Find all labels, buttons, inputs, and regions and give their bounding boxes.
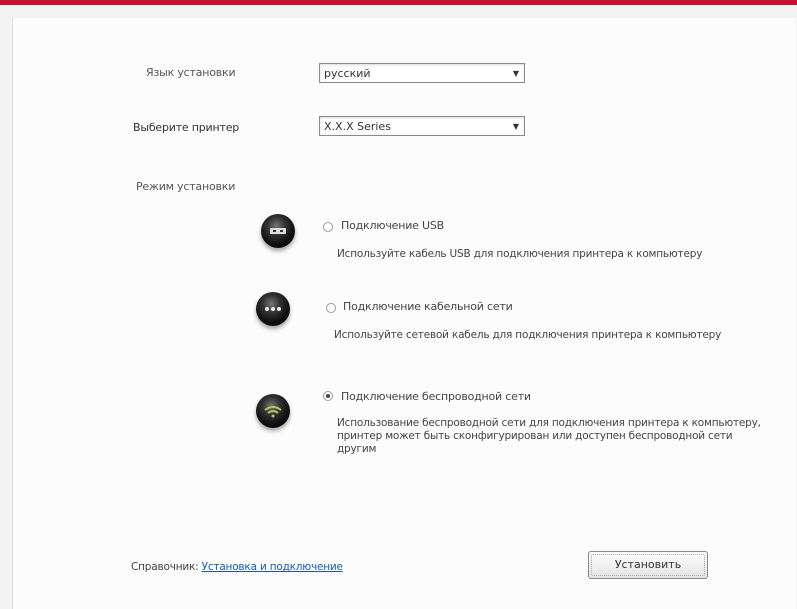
chevron-down-icon[interactable]: ▼ bbox=[513, 117, 519, 137]
language-select-value: русский bbox=[324, 67, 371, 80]
wireless-icon bbox=[256, 394, 290, 428]
installer-window: Язык установки русский ▼ Выберите принте… bbox=[0, 0, 797, 609]
chevron-down-icon[interactable]: ▼ bbox=[513, 64, 519, 84]
reference-text: Справочник: Установка и подключение bbox=[131, 561, 343, 573]
wired-network-radio[interactable] bbox=[326, 303, 336, 313]
title-accent-bar bbox=[0, 0, 797, 5]
wireless-network-radio[interactable] bbox=[323, 391, 333, 401]
printer-select-value: Х.Х.Х Series bbox=[324, 120, 391, 133]
install-connect-link[interactable]: Установка и подключение bbox=[202, 561, 343, 573]
usb-connection-radio[interactable] bbox=[323, 222, 333, 232]
wireless-network-description: Использование беспроводной сети для подк… bbox=[337, 417, 761, 455]
printer-select[interactable]: Х.Х.Х Series ▼ bbox=[319, 116, 525, 136]
network-icon bbox=[256, 292, 290, 326]
usb-connection-description: Используйте кабель USB для подключения п… bbox=[337, 248, 703, 260]
usb-icon bbox=[261, 214, 295, 248]
language-select[interactable]: русский ▼ bbox=[319, 63, 525, 83]
install-button-label: Установить bbox=[614, 558, 682, 571]
printer-label: Выберите принтер bbox=[133, 121, 240, 134]
install-button[interactable]: Установить bbox=[588, 551, 708, 579]
usb-connection-title: Подключение USB bbox=[341, 219, 444, 232]
wired-network-description: Используйте сетевой кабель для подключен… bbox=[334, 329, 722, 341]
wired-network-title: Подключение кабельной сети bbox=[343, 300, 513, 313]
installer-panel bbox=[12, 18, 796, 609]
language-label: Язык установки bbox=[146, 66, 236, 79]
wireless-network-title: Подключение беспроводной сети bbox=[341, 390, 531, 403]
reference-prefix: Справочник: bbox=[131, 561, 199, 573]
install-mode-label: Режим установки bbox=[136, 180, 236, 193]
